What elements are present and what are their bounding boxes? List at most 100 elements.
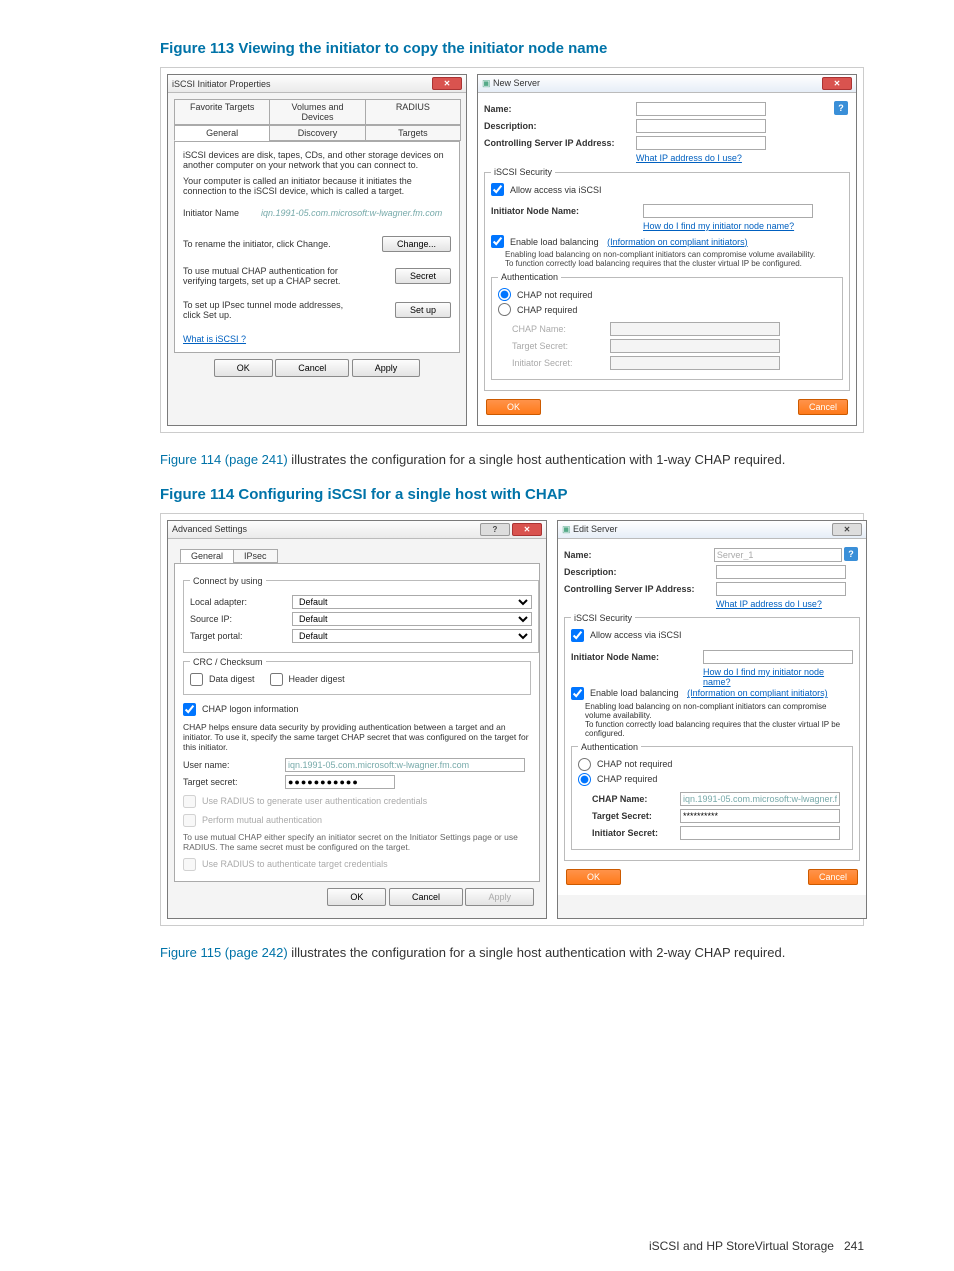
target-secret-input[interactable] [680, 809, 840, 823]
ok-button[interactable]: OK [327, 888, 386, 906]
cancel-button[interactable]: Cancel [389, 888, 463, 906]
dialog-title: Edit Server [573, 524, 618, 534]
find-node-link[interactable]: How do I find my initiator node name? [703, 667, 824, 687]
chap-not-required-radio[interactable]: CHAP not required [578, 758, 672, 771]
mutual-chap-text: To use mutual CHAP authentication for ve… [183, 266, 353, 286]
user-name-label: User name: [183, 760, 273, 770]
source-ip-select[interactable]: Default [292, 612, 532, 626]
perform-mutual-checkbox[interactable]: Perform mutual authentication [183, 814, 322, 827]
figure-114-container: Advanced Settings ? ✕ General IPsec Conn… [160, 513, 864, 926]
compliant-initiators-link[interactable]: (Information on compliant initiators) [607, 237, 748, 247]
auth-legend: Authentication [498, 272, 561, 282]
allow-access-checkbox[interactable]: Allow access via iSCSI [491, 183, 602, 196]
compliant-initiators-link[interactable]: (Information on compliant initiators) [687, 688, 828, 698]
name-label: Name: [564, 550, 702, 560]
ipsec-text: To set up IPsec tunnel mode addresses, c… [183, 300, 353, 320]
ok-button[interactable]: OK [566, 869, 621, 885]
close-icon[interactable]: ✕ [432, 77, 462, 90]
target-secret-input[interactable] [285, 775, 395, 789]
initiator-secret-input[interactable] [680, 826, 840, 840]
allow-access-checkbox[interactable]: Allow access via iSCSI [571, 629, 682, 642]
target-portal-label: Target portal: [190, 631, 280, 641]
chap-logon-checkbox[interactable]: CHAP logon information [183, 703, 298, 716]
initiator-node-input[interactable] [703, 650, 853, 664]
ip-address-link[interactable]: What IP address do I use? [716, 599, 822, 609]
figure-114-link[interactable]: Figure 114 (page 241) [160, 452, 288, 467]
target-secret-label: Target secret: [183, 777, 273, 787]
help-titlebar-icon[interactable]: ? [480, 523, 510, 536]
chap-required-radio[interactable]: CHAP required [578, 773, 657, 786]
ok-button[interactable]: OK [214, 359, 273, 377]
use-radius-auth-checkbox[interactable]: Use RADIUS to authenticate target creden… [183, 858, 388, 871]
authentication-fieldset: Authentication CHAP not required CHAP re… [491, 272, 843, 380]
ip-address-link[interactable]: What IP address do I use? [636, 153, 742, 163]
setup-button[interactable]: Set up [395, 302, 451, 318]
use-radius-gen-checkbox[interactable]: Use RADIUS to generate user authenticati… [183, 795, 427, 808]
data-digest-checkbox[interactable]: Data digest [190, 673, 255, 686]
initiator-name-label: Initiator Name [183, 208, 239, 218]
description-label: Description: [484, 121, 624, 131]
ok-button[interactable]: OK [486, 399, 541, 415]
secret-button[interactable]: Secret [395, 268, 451, 284]
name-input[interactable] [636, 102, 766, 116]
user-name-input[interactable] [285, 758, 525, 772]
help-icon[interactable]: ? [844, 547, 858, 561]
close-icon[interactable]: ✕ [832, 523, 862, 536]
initiator-node-label: Initiator Node Name: [571, 652, 691, 662]
chap-name-input [610, 322, 780, 336]
description-label: Description: [564, 567, 704, 577]
iscsi-initiator-properties-dialog: iSCSI Initiator Properties ✕ Favorite Ta… [167, 74, 467, 426]
tab-ipsec[interactable]: IPsec [233, 549, 278, 563]
change-button[interactable]: Change... [382, 236, 451, 252]
lb-note-2: To function correctly load balancing req… [571, 720, 853, 738]
figure-114-title: Figure 114 Configuring iSCSI for a singl… [160, 486, 864, 503]
lb-note-2: To function correctly load balancing req… [491, 259, 843, 268]
lb-note-1: Enabling load balancing on non-compliant… [491, 250, 843, 259]
advanced-settings-dialog: Advanced Settings ? ✕ General IPsec Conn… [167, 520, 547, 919]
authentication-fieldset: Authentication CHAP not required CHAP re… [571, 742, 853, 850]
header-digest-checkbox[interactable]: Header digest [270, 673, 345, 686]
description-input[interactable] [716, 565, 846, 579]
help-icon[interactable]: ? [834, 101, 848, 115]
tab-general[interactable]: General [174, 125, 270, 141]
name-input[interactable] [714, 548, 842, 562]
dialog-title: Advanced Settings [172, 524, 247, 534]
chap-not-required-radio[interactable]: CHAP not required [498, 288, 592, 301]
tab-radius[interactable]: RADIUS [365, 99, 461, 125]
cancel-button[interactable]: Cancel [798, 399, 848, 415]
enable-lb-checkbox[interactable]: Enable load balancing (Information on co… [491, 235, 748, 248]
tab-favorite-targets[interactable]: Favorite Targets [174, 99, 270, 125]
target-secret-label: Target Secret: [578, 811, 668, 821]
chap-help-text: CHAP helps ensure data security by provi… [183, 722, 531, 752]
enable-lb-checkbox[interactable]: Enable load balancing (Information on co… [571, 687, 828, 700]
description-input[interactable] [636, 119, 766, 133]
source-ip-label: Source IP: [190, 614, 280, 624]
local-adapter-select[interactable]: Default [292, 595, 532, 609]
mutual-help-text: To use mutual CHAP either specify an ini… [183, 832, 531, 852]
figure-114-reference-text: Figure 114 (page 241) illustrates the co… [160, 451, 864, 470]
what-is-iscsi-link[interactable]: What is iSCSI ? [183, 334, 246, 344]
tab-discovery[interactable]: Discovery [269, 125, 365, 141]
figure-115-reference-text: Figure 115 (page 242) illustrates the co… [160, 944, 864, 963]
target-portal-select[interactable]: Default [292, 629, 532, 643]
chap-name-input[interactable] [680, 792, 840, 806]
page-footer: iSCSI and HP StoreVirtual Storage 241 [649, 1239, 864, 1253]
close-icon[interactable]: ✕ [822, 77, 852, 90]
iscsi-security-fieldset: iSCSI Security Allow access via iSCSI In… [564, 613, 860, 861]
chap-required-radio[interactable]: CHAP required [498, 303, 577, 316]
connect-by-using-fieldset: Connect by using Local adapter:Default S… [183, 576, 539, 653]
tab-volumes-devices[interactable]: Volumes and Devices [269, 99, 365, 125]
crc-checksum-fieldset: CRC / Checksum Data digest Header digest [183, 657, 531, 695]
controlling-ip-input[interactable] [716, 582, 846, 596]
tab-targets[interactable]: Targets [365, 125, 461, 141]
find-node-link[interactable]: How do I find my initiator node name? [643, 221, 794, 231]
apply-button[interactable]: Apply [352, 359, 421, 377]
close-icon[interactable]: ✕ [512, 523, 542, 536]
cancel-button[interactable]: Cancel [808, 869, 858, 885]
controlling-ip-input[interactable] [636, 136, 766, 150]
cancel-button[interactable]: Cancel [275, 359, 349, 377]
tab-general[interactable]: General [180, 549, 234, 563]
figure-115-link[interactable]: Figure 115 (page 242) [160, 945, 288, 960]
initiator-node-input[interactable] [643, 204, 813, 218]
iscsi-security-fieldset: iSCSI Security Allow access via iSCSI In… [484, 167, 850, 391]
